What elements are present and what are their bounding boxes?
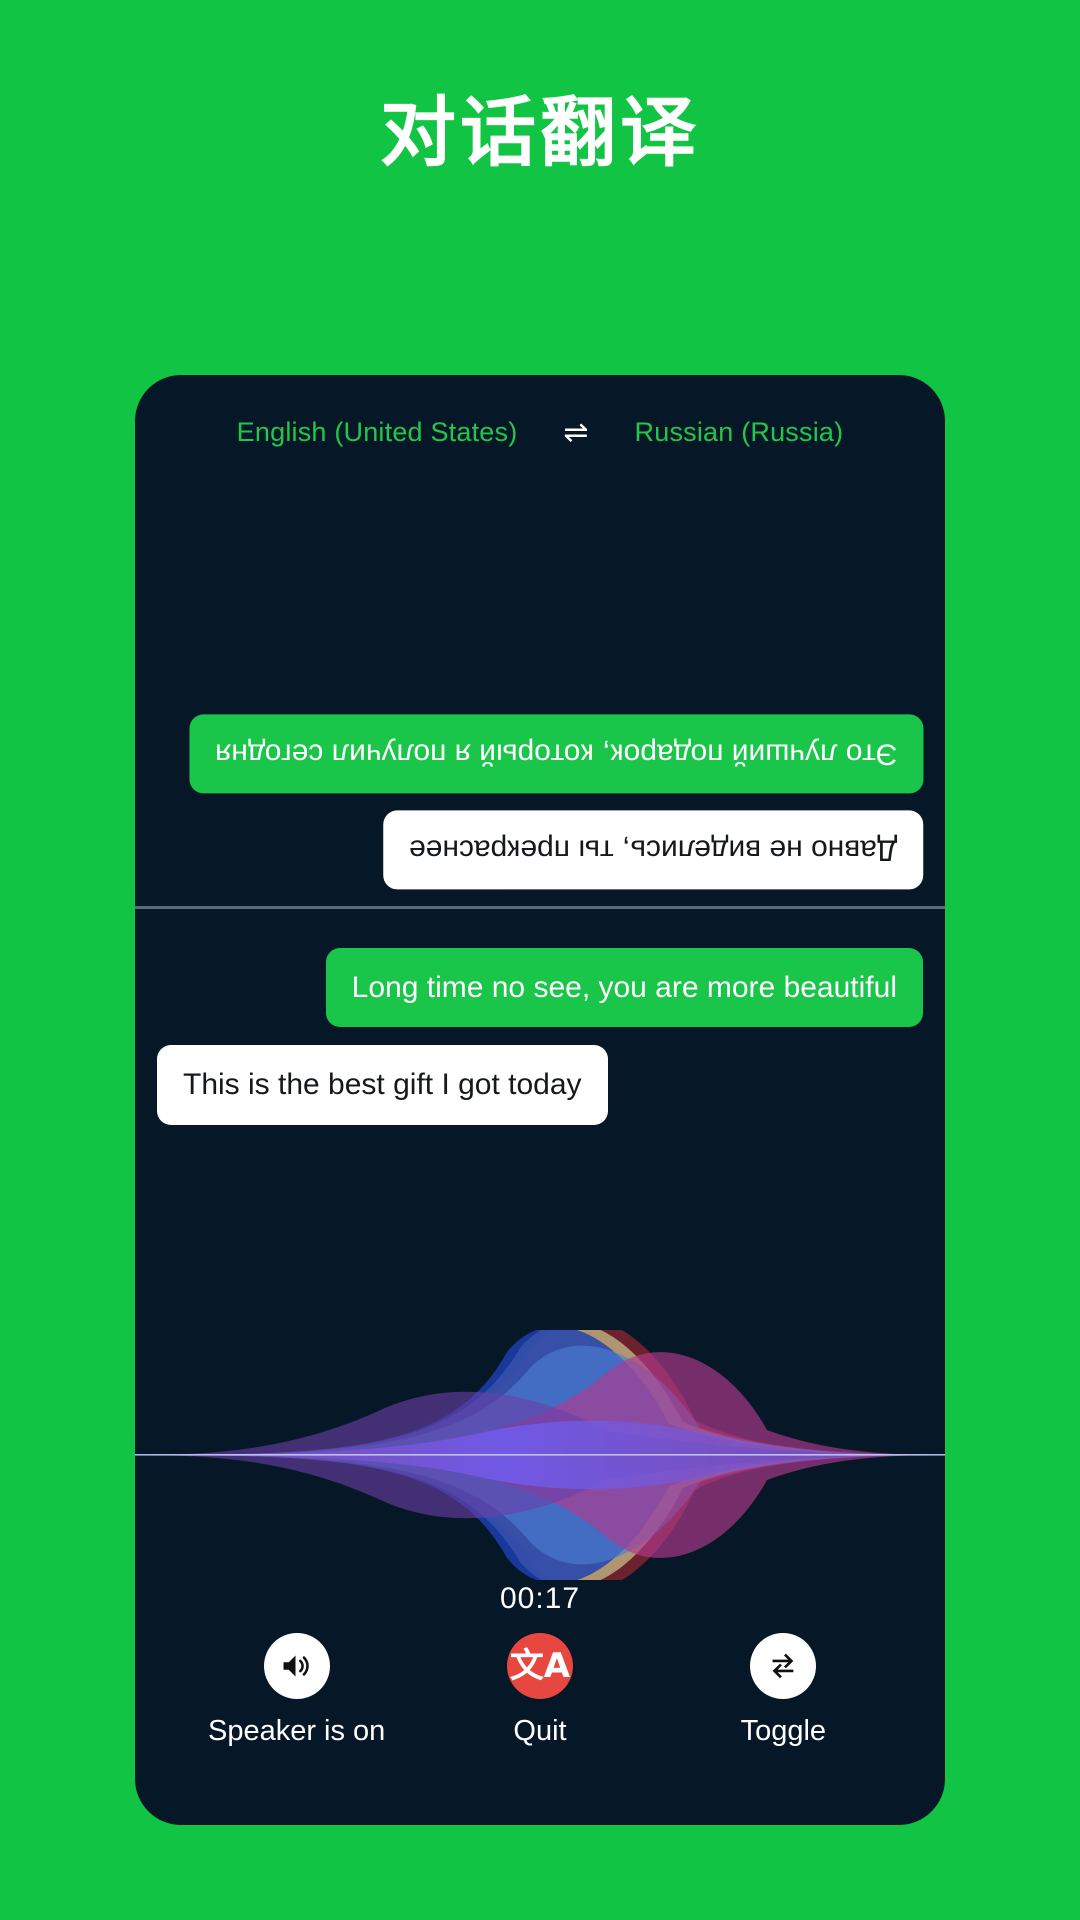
toggle-button-circle[interactable]	[750, 1633, 817, 1699]
message-bubble-remote-white[interactable]: Давно не виделись, ты прекраснее	[382, 809, 923, 889]
speaker-button[interactable]: Speaker is on	[187, 1633, 407, 1748]
message-bubble-local-white[interactable]: This is the best gift I got today	[157, 1045, 608, 1125]
quit-button[interactable]: 文A Quit	[430, 1633, 650, 1748]
source-language-selector[interactable]: English (United States)	[237, 417, 518, 448]
swap-horizontal-icon[interactable]: ⇌	[563, 417, 588, 448]
audio-waveform-visualizer	[135, 1330, 945, 1580]
target-language-selector[interactable]: Russian (Russia)	[635, 417, 844, 448]
page-title: 对话翻译	[380, 91, 700, 176]
translation-panel: English (United States) ⇌ Russian (Russi…	[135, 375, 945, 1825]
quit-button-circle[interactable]: 文A	[506, 1633, 573, 1699]
elapsed-timer: 00:17	[499, 1582, 581, 1615]
message-row: Это лучший подарок, который я получил се…	[157, 714, 923, 794]
speaker-button-circle[interactable]	[263, 1633, 330, 1699]
message-bubble-local-green[interactable]: Long time no see, you are more beautiful	[325, 948, 923, 1028]
speaker-button-label: Speaker is on	[207, 1715, 386, 1747]
toggle-button[interactable]: Toggle	[673, 1633, 893, 1748]
message-row: This is the best gift I got today	[157, 1045, 923, 1125]
message-bubble-remote-green[interactable]: Это лучший подарок, который я получил се…	[188, 714, 923, 794]
remote-conversation-view: Это лучший подарок, который я получил се…	[135, 475, 945, 905]
conversation-divider	[135, 906, 945, 909]
local-conversation-view: Long time no see, you are more beautiful…	[135, 910, 945, 1330]
language-bar: English (United States) ⇌ Russian (Russi…	[135, 417, 945, 448]
speaker-on-icon	[283, 1655, 309, 1677]
translate-icon: 文A	[509, 1646, 571, 1686]
message-row: Давно не виделись, ты прекраснее	[157, 809, 923, 889]
toggle-button-label: Toggle	[740, 1715, 827, 1747]
quit-button-label: Quit	[513, 1715, 567, 1747]
repeat-swap-icon	[772, 1653, 794, 1679]
bottom-controls: Speaker is on 文A Quit Toggle	[135, 1633, 945, 1748]
message-row: Long time no see, you are more beautiful	[157, 948, 923, 1028]
